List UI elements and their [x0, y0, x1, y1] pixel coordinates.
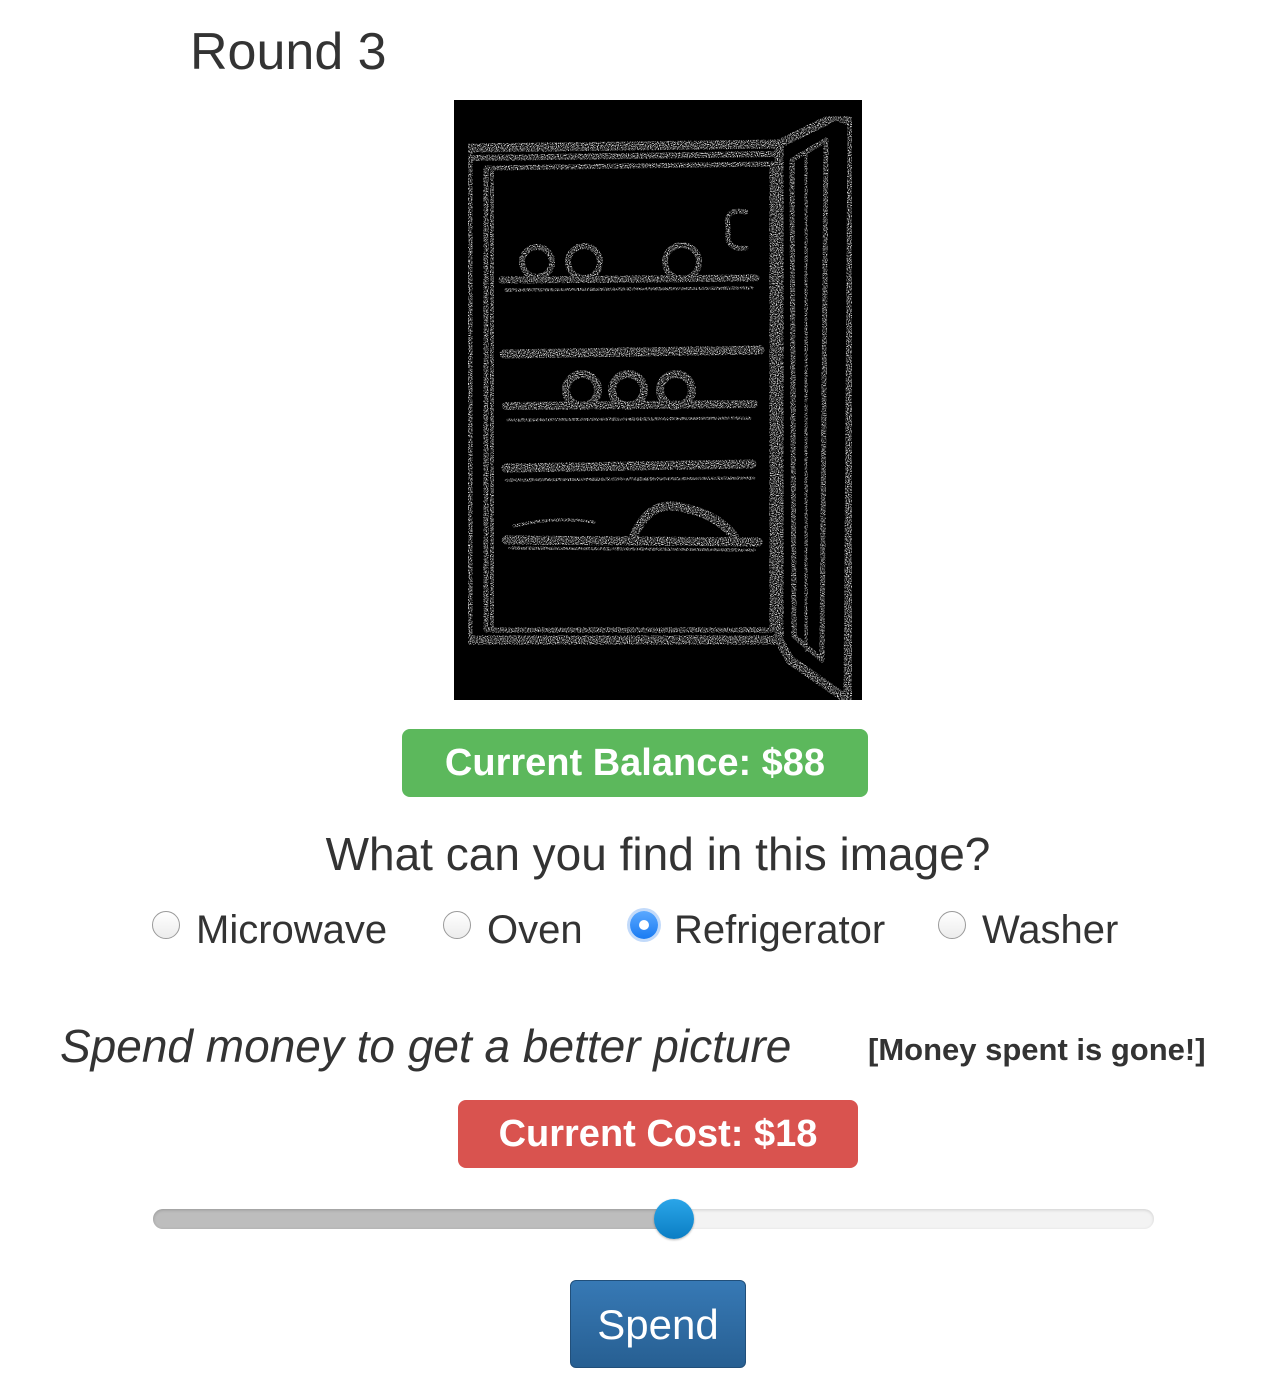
- question-prompt: What can you find in this image?: [325, 828, 991, 880]
- radio-microwave[interactable]: [152, 911, 180, 939]
- slider-fill: [153, 1209, 674, 1229]
- option-label: Washer: [982, 908, 1119, 952]
- round-title: Round 3: [190, 23, 387, 81]
- radio-refrigerator[interactable]: [630, 911, 658, 939]
- spend-warning: [Money spent is gone!]: [868, 1032, 1206, 1067]
- refrigerator-sketch: [463, 111, 857, 700]
- option-oven[interactable]: Oven: [443, 898, 583, 962]
- option-label: Oven: [487, 908, 583, 952]
- spend-prompt: Spend money to get a better picture: [60, 1020, 792, 1072]
- option-microwave[interactable]: Microwave: [152, 898, 387, 962]
- cost-slider[interactable]: [153, 1199, 1154, 1239]
- puzzle-image: [454, 100, 862, 700]
- balance-badge: Current Balance: $88: [402, 729, 868, 797]
- option-label: Refrigerator: [674, 908, 886, 952]
- spend-button[interactable]: Spend: [570, 1280, 746, 1368]
- option-washer[interactable]: Washer: [938, 898, 1118, 962]
- cost-badge: Current Cost: $18: [458, 1100, 858, 1168]
- answer-options: Microwave Oven Refrigerator Washer: [0, 898, 1278, 962]
- radio-oven[interactable]: [443, 911, 471, 939]
- option-label: Microwave: [196, 908, 388, 952]
- game-page: Round 3 Current Balance: $88 What can yo…: [0, 0, 1278, 1384]
- radio-washer[interactable]: [938, 911, 966, 939]
- option-refrigerator[interactable]: Refrigerator: [630, 898, 885, 962]
- slider-handle[interactable]: [653, 1199, 694, 1239]
